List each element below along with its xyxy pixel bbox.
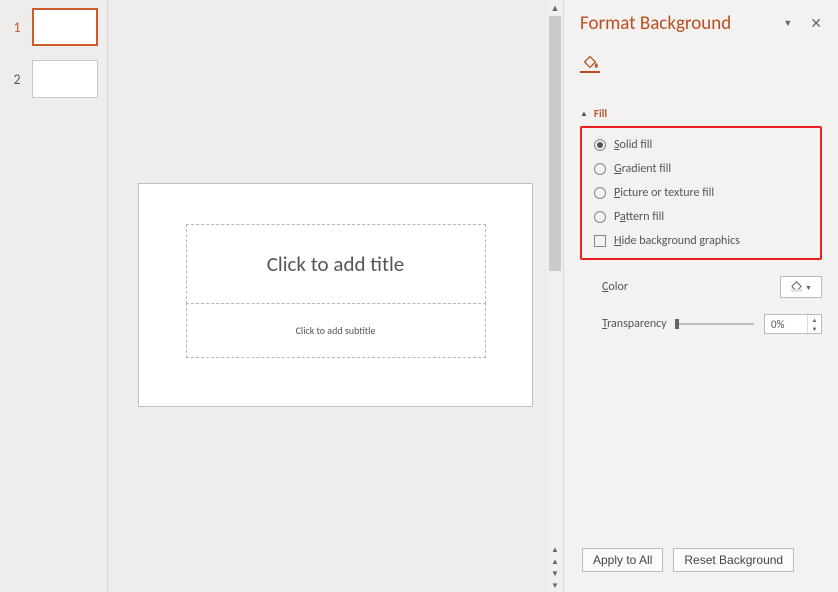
radio-icon (594, 139, 606, 151)
transparency-value[interactable]: 0% (765, 315, 807, 333)
scroll-up-icon[interactable]: ▲ (547, 0, 563, 16)
radio-icon (594, 187, 606, 199)
next-slide-icon[interactable]: ▼ (547, 580, 563, 592)
reset-background-button[interactable]: Reset Background (673, 548, 794, 572)
spin-up-icon[interactable]: ▲ (808, 315, 821, 324)
next-slide-icon[interactable]: ▼ (547, 568, 563, 580)
color-picker-button[interactable]: ▼ (780, 276, 822, 298)
fill-section-header[interactable]: ▲ Fill (580, 107, 822, 120)
transparency-spinner[interactable]: 0% ▲ ▼ (764, 314, 822, 334)
fill-options-highlight: Solid fill Gradient fill Picture or text… (580, 126, 822, 260)
transparency-slider[interactable] (675, 317, 754, 331)
radio-gradient-fill[interactable]: Gradient fill (594, 162, 808, 176)
thumbnail-slide-1[interactable]: 1 (8, 8, 99, 46)
thumbnail-number: 1 (8, 19, 26, 36)
radio-pattern-fill[interactable]: Pattern fill (594, 210, 808, 224)
prev-slide-icon[interactable]: ▲ (547, 544, 563, 556)
radio-solid-fill[interactable]: Solid fill (594, 138, 808, 152)
paint-bucket-icon (790, 279, 803, 295)
panel-menu-icon[interactable]: ▼ (783, 18, 792, 29)
checkbox-icon (594, 235, 606, 247)
title-placeholder[interactable]: Click to add title (186, 224, 486, 304)
thumbnail-number: 2 (8, 71, 26, 88)
scrollbar-thumb[interactable] (549, 16, 561, 271)
slide[interactable]: Click to add title Click to add subtitle (138, 183, 533, 407)
color-row: Color ▼ (580, 276, 822, 298)
close-icon[interactable]: ✕ (810, 15, 822, 32)
slide-thumbnails-pane: 1 2 (0, 0, 108, 592)
transparency-row: Transparency 0% ▲ ▼ (580, 314, 822, 334)
format-background-panel: Format Background ▼ ✕ ▲ Fill Solid fill (563, 0, 838, 592)
thumbnail-preview[interactable] (32, 60, 98, 98)
radio-icon (594, 211, 606, 223)
panel-title: Format Background (580, 12, 731, 35)
radio-picture-texture-fill[interactable]: Picture or texture fill (594, 186, 808, 200)
vertical-scrollbar[interactable]: ▲ ▲ ▲ ▼ ▼ (547, 0, 563, 592)
apply-to-all-button[interactable]: Apply to All (582, 548, 663, 572)
radio-icon (594, 163, 606, 175)
slide-canvas-area: Click to add title Click to add subtitle… (108, 0, 563, 592)
fill-category-icon[interactable] (580, 53, 822, 77)
prev-slide-icon[interactable]: ▲ (547, 556, 563, 568)
thumbnail-preview[interactable] (32, 8, 98, 46)
collapse-icon[interactable]: ▲ (580, 109, 588, 119)
spin-down-icon[interactable]: ▼ (808, 324, 821, 333)
checkbox-hide-background-graphics[interactable]: Hide background graphics (594, 234, 808, 248)
subtitle-placeholder[interactable]: Click to add subtitle (186, 303, 486, 358)
thumbnail-slide-2[interactable]: 2 (8, 60, 99, 98)
dropdown-icon: ▼ (805, 283, 812, 292)
